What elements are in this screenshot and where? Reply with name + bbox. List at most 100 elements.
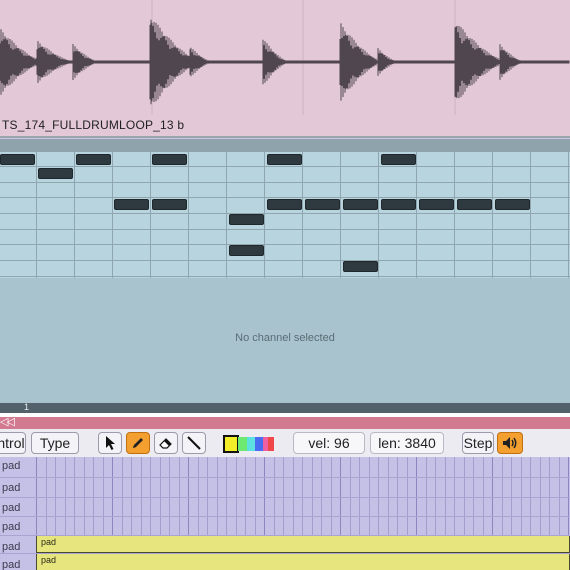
midi-note[interactable] (343, 199, 378, 210)
lane-grid-line (274, 457, 275, 535)
lane-grid-line (473, 457, 474, 535)
track-lanes[interactable]: pad pad pad pad pad pad pad pad (0, 457, 570, 570)
lane-grid-line (445, 457, 446, 535)
clip-label: pad (41, 537, 57, 547)
lane-grid-line (312, 457, 313, 535)
empty-message: No channel selected (235, 332, 335, 344)
lane-grid-line (131, 457, 132, 535)
lane-separator (0, 477, 570, 478)
lane-label: pad (2, 559, 21, 570)
color-swatch[interactable] (223, 435, 239, 453)
lane-grid-line (207, 457, 208, 535)
midi-note[interactable] (495, 199, 530, 210)
midi-note[interactable] (229, 214, 264, 225)
lane-grid-line (483, 457, 484, 535)
lane-grid-line (530, 457, 531, 535)
lane-grid-line (407, 457, 408, 535)
pencil-icon (133, 438, 143, 448)
lane-separator (0, 535, 570, 536)
midi-note[interactable] (229, 245, 264, 256)
color-swatch[interactable] (238, 437, 247, 451)
lane-grid-line (350, 457, 351, 535)
lane-grid-line (549, 457, 550, 535)
clip-label: pad (41, 555, 57, 565)
length-field[interactable]: len: 3840 (370, 432, 444, 454)
midi-note[interactable] (343, 261, 378, 272)
lane-grid-line (454, 457, 455, 535)
lane-grid-line (264, 457, 265, 535)
lane-grid-line (502, 457, 503, 535)
lane-grid-line (141, 457, 142, 535)
lane-grid-line (188, 457, 189, 535)
lane-grid-line (103, 457, 104, 535)
toolbar: ntrol Type vel: 96 len: 3840 Step (0, 429, 570, 457)
grid-line (0, 197, 570, 198)
grid-line (0, 182, 570, 183)
pad-clip[interactable]: pad (36, 553, 570, 570)
lane-grid-line (150, 457, 151, 535)
midi-note[interactable] (267, 199, 302, 210)
midi-note[interactable] (457, 199, 492, 210)
pad-clip[interactable]: pad (36, 535, 570, 553)
midi-note[interactable] (76, 154, 111, 165)
type-button[interactable]: Type (31, 432, 79, 454)
midi-note[interactable] (152, 154, 187, 165)
lane-grid-line (435, 457, 436, 535)
lane-grid-line (568, 457, 569, 535)
lane-grid-line (93, 457, 94, 535)
step-button[interactable]: Step (462, 432, 494, 454)
lane-grid-line (340, 457, 341, 535)
lane-grid-line (179, 457, 180, 535)
color-swatch[interactable] (255, 437, 263, 451)
midi-note[interactable] (267, 154, 302, 165)
midi-note[interactable] (0, 154, 35, 165)
timeline-ruler[interactable] (0, 139, 570, 152)
lane-grid-line (378, 457, 379, 535)
lane-grid-line (36, 457, 37, 535)
lane-grid-line (397, 457, 398, 535)
resize-bar[interactable]: ◁◁ (0, 415, 570, 429)
color-swatch[interactable] (247, 437, 255, 451)
lane-label: pad (2, 460, 21, 472)
lane-grid-line (511, 457, 512, 535)
control-button[interactable]: ntrol (0, 432, 26, 454)
midi-note[interactable] (305, 199, 340, 210)
lane-grid-line (388, 457, 389, 535)
midi-note[interactable] (152, 199, 187, 210)
draw-tool-button[interactable] (126, 432, 150, 454)
line-tool-button[interactable] (182, 432, 206, 454)
lane-grid-line (112, 457, 113, 535)
lane-grid-line (369, 457, 370, 535)
lane-grid-line (293, 457, 294, 535)
color-swatch[interactable] (268, 437, 274, 451)
select-tool-button[interactable] (98, 432, 122, 454)
velocity-field[interactable]: vel: 96 (293, 432, 365, 454)
lane-grid-line (245, 457, 246, 535)
pointer-arrow-icon (106, 436, 115, 450)
bar-number: 1 (24, 402, 30, 412)
waveform-panel[interactable]: TS_174_FULLDRUMLOOP_13 b (0, 0, 570, 137)
lane-grid-line (321, 457, 322, 535)
lane-label: pad (2, 541, 21, 553)
midi-note[interactable] (114, 199, 149, 210)
lane-grid-line (122, 457, 123, 535)
grid-line (0, 229, 570, 230)
eraser-icon (159, 438, 172, 449)
double-left-arrow-icon[interactable]: ◁◁ (0, 415, 15, 428)
divider (0, 136, 570, 138)
midi-note[interactable] (381, 154, 416, 165)
lane-grid-line (492, 457, 493, 535)
grid-line (0, 166, 570, 167)
waveform-path (0, 19, 570, 105)
lane-grid-line (559, 457, 560, 535)
empty-channel-area[interactable]: No channel selected (0, 278, 570, 403)
lane-grid-line (55, 457, 56, 535)
midi-note[interactable] (381, 199, 416, 210)
sound-button[interactable] (497, 432, 523, 454)
grid-line (0, 276, 570, 277)
lane-grid-line (46, 457, 47, 535)
midi-note[interactable] (38, 168, 73, 179)
erase-tool-button[interactable] (154, 432, 178, 454)
midi-note[interactable] (419, 199, 454, 210)
grid-line (0, 260, 570, 261)
